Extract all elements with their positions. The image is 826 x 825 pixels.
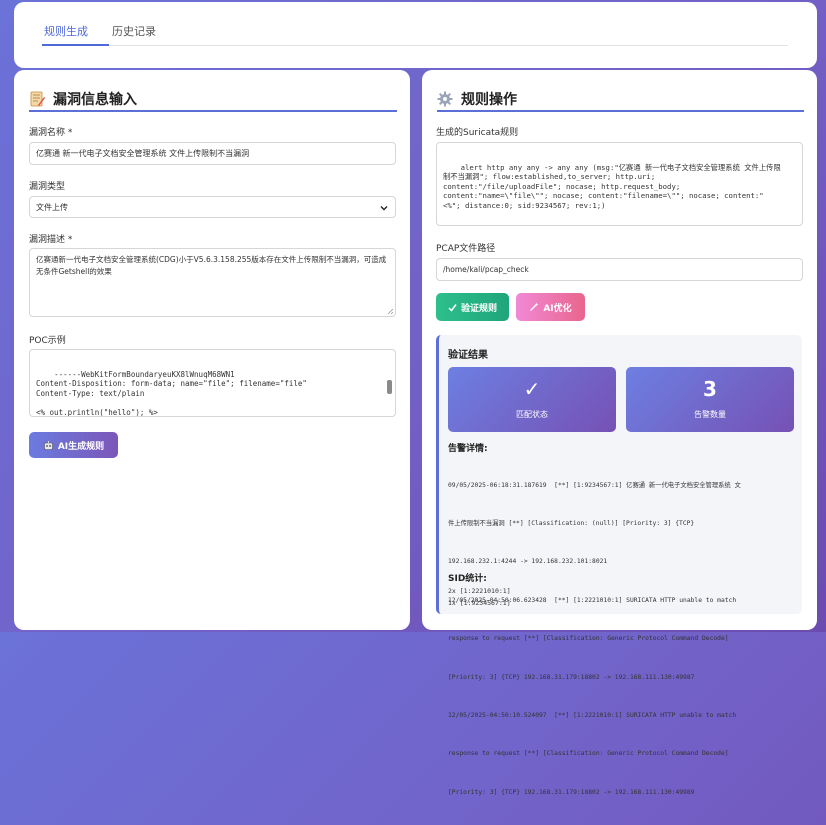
vuln-type-label: 漏洞类型 (29, 182, 66, 192)
alert-details-title: 告警详情: (448, 444, 488, 454)
alert-details-log: 09/05/2025-06:18:31.187619 [**] [1:92345… (448, 454, 798, 825)
sid-stat-line: 1x [1:9234567:1] (448, 599, 511, 607)
sid-stat-line: 2x [1:2221010:1] (448, 587, 511, 595)
active-tab-indicator (42, 44, 109, 46)
match-status-label: 匹配状态 (516, 410, 548, 419)
alert-line: 12/05/2025-04:50:10.524097 [**] [1:22210… (448, 711, 737, 719)
resize-grip-icon[interactable] (386, 407, 394, 415)
alert-line: 192.168.232.1:4244 -> 192.168.232.101:80… (448, 558, 608, 566)
robot-icon (43, 440, 54, 451)
vuln-type-select[interactable]: 文件上传 (29, 196, 396, 218)
verification-result-box: 验证结果 ✓ 匹配状态 3 告警数量 告警详情: 09/05/2025-06:1… (436, 335, 802, 796)
rule-operations-panel: 规则操作 生成的Suricata规则 alert http any any ->… (422, 70, 817, 796)
alert-count-label: 告警数量 (694, 410, 726, 419)
tab-divider (42, 45, 788, 46)
alert-line: response to request [**] [Classification… (448, 750, 729, 758)
gear-icon (437, 91, 453, 107)
vuln-desc-label: 漏洞描述 * (29, 235, 73, 245)
tab-history[interactable]: 历史记录 (112, 23, 156, 39)
result-title: 验证结果 (448, 350, 488, 361)
panel-header-rule-ops: 规则操作 (437, 88, 517, 110)
ai-optimize-label: AI优化 (543, 303, 572, 314)
alert-count-card: 3 告警数量 (626, 367, 794, 432)
poc-label: POC示例 (29, 336, 66, 346)
pcap-path-input[interactable]: /home/kali/pcap_check (436, 258, 803, 281)
alert-line: [Priority: 3] {TCP} 192.168.31.179:18802… (448, 788, 695, 796)
alert-line: 件上传限制不当漏洞 [**] [Classification: (null)] … (448, 519, 695, 527)
alert-line: 09/05/2025-06:18:31.187619 [**] [1:92345… (448, 481, 741, 489)
panel-title: 规则操作 (461, 92, 517, 108)
tab-bar-card: 规则生成 历史记录 (14, 2, 817, 68)
vuln-desc-value: 亿赛通新一代电子文档安全管理系统(CDG)小于V5.6.3.158.255版本存… (36, 255, 387, 276)
header-rule (437, 110, 804, 112)
sid-stats-title: SID统计: (448, 574, 487, 584)
alert-count-value: 3 (703, 377, 717, 401)
verify-rule-label: 验证规则 (460, 303, 497, 314)
alert-line: response to request [**] [Classification… (448, 635, 729, 643)
match-status-value: ✓ (523, 377, 541, 401)
check-icon (448, 303, 457, 312)
alert-line: [Priority: 3] {TCP} 192.168.31.179:18802… (448, 673, 695, 681)
panel-header-vuln-input: 漏洞信息输入 (29, 88, 137, 110)
vuln-type-value: 文件上传 (36, 203, 68, 212)
ai-generate-label: AI生成规则 (57, 441, 105, 452)
vuln-desc-textarea[interactable]: 亿赛通新一代电子文档安全管理系统(CDG)小于V5.6.3.158.255版本存… (29, 248, 396, 317)
suricata-rule-value: alert http any any -> any any (msg:"亿赛通 … (443, 162, 781, 210)
poc-textarea[interactable]: ------WebKitFormBoundaryeuKX8lWnuqM68WN1… (29, 349, 396, 417)
resize-grip-icon[interactable] (793, 216, 801, 224)
chevron-down-icon (379, 203, 389, 213)
resize-grip-icon[interactable] (386, 307, 394, 315)
header-rule (29, 110, 397, 112)
pcap-path-label: PCAP文件路径 (436, 244, 496, 254)
suricata-rule-textarea[interactable]: alert http any any -> any any (msg:"亿赛通 … (436, 142, 803, 226)
ai-optimize-button[interactable]: AI优化 (516, 293, 585, 321)
match-status-card: ✓ 匹配状态 (448, 367, 616, 432)
ai-generate-button[interactable]: AI生成规则 (29, 432, 118, 458)
vuln-input-panel: 漏洞信息输入 漏洞名称 * 亿赛通 新一代电子文档安全管理系统 文件上传限制不当… (14, 70, 410, 630)
magic-wand-icon (529, 302, 539, 312)
memo-icon (29, 91, 45, 107)
verify-rule-button[interactable]: 验证规则 (436, 293, 509, 321)
vuln-name-label: 漏洞名称 * (29, 128, 73, 138)
poc-value: ------WebKitFormBoundaryeuKX8lWnuqM68WN1… (36, 369, 307, 417)
tab-rule-generation[interactable]: 规则生成 (44, 23, 88, 39)
scrollbar-thumb[interactable] (387, 380, 392, 394)
panel-title: 漏洞信息输入 (53, 92, 137, 108)
suricata-rule-label: 生成的Suricata规则 (436, 128, 519, 138)
vuln-name-input[interactable]: 亿赛通 新一代电子文档安全管理系统 文件上传限制不当漏洞 (29, 142, 396, 165)
